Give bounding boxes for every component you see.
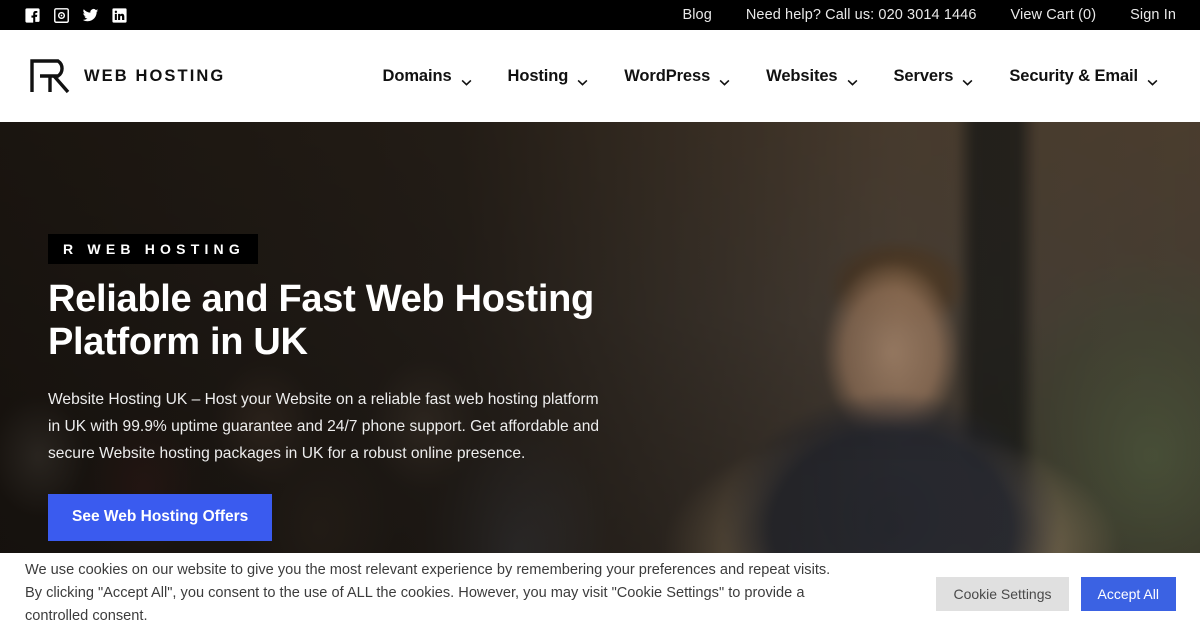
nav-item-wordpress[interactable]: WordPress [606,67,748,86]
cookie-settings-button[interactable]: Cookie Settings [936,576,1069,611]
page-root: Blog Need help? Call us: 020 3014 1446 V… [0,0,1200,634]
nav-label: WordPress [624,66,711,85]
nav-label: Security & Email [1009,66,1138,85]
chevron-down-icon [1147,73,1158,86]
nav-label: Hosting [507,66,569,85]
top-link-phone[interactable]: Need help? Call us: 020 3014 1446 [729,0,994,30]
top-links: Blog Need help? Call us: 020 3014 1446 V… [665,0,1186,30]
site-header: WEB HOSTING Domains Hosting WordPress We… [0,30,1200,122]
nav-label: Servers [893,66,954,85]
social-links [24,7,128,24]
linkedin-icon[interactable] [111,7,128,24]
hero-title: Reliable and Fast Web Hosting Platform i… [48,278,594,363]
hero-content: R WEB HOSTING Reliable and Fast Web Host… [0,122,620,541]
brand-logo[interactable]: WEB HOSTING [28,58,225,94]
cookie-consent-banner: We use cookies on our website to give yo… [0,553,1200,634]
top-link-view-cart[interactable]: View Cart (0) [994,0,1114,30]
chevron-down-icon [962,73,973,86]
cookie-banner-actions: Cookie Settings Accept All [936,576,1182,611]
nav-item-security-email[interactable]: Security & Email [991,67,1176,86]
cookie-banner-text: We use cookies on our website to give yo… [25,562,831,624]
r-logo-icon [28,58,72,94]
hero-section: R WEB HOSTING Reliable and Fast Web Host… [0,122,1200,553]
main-nav: Domains Hosting WordPress Websites Serve… [365,67,1176,86]
facebook-icon[interactable] [24,7,41,24]
nav-item-websites[interactable]: Websites [748,67,875,86]
chevron-down-icon [847,73,858,86]
nav-item-servers[interactable]: Servers [876,67,992,86]
nav-item-domains[interactable]: Domains [365,67,490,86]
nav-label: Websites [766,66,838,85]
nav-label: Domains [382,66,452,85]
top-link-sign-in[interactable]: Sign In [1113,0,1186,30]
instagram-icon[interactable] [53,7,70,24]
chevron-down-icon [577,73,588,86]
twitter-icon[interactable] [82,7,99,24]
chevron-down-icon [461,73,472,86]
top-link-blog[interactable]: Blog [665,0,728,30]
accept-all-button[interactable]: Accept All [1080,576,1176,611]
see-web-hosting-offers-button[interactable]: See Web Hosting Offers [48,494,273,541]
hero-eyebrow-badge: R WEB HOSTING [48,234,258,264]
chevron-down-icon [719,73,730,86]
top-utility-bar: Blog Need help? Call us: 020 3014 1446 V… [0,0,1200,30]
brand-text: WEB HOSTING [84,66,226,85]
nav-item-hosting[interactable]: Hosting [490,67,607,86]
hero-description: Website Hosting UK – Host your Website o… [48,391,600,462]
